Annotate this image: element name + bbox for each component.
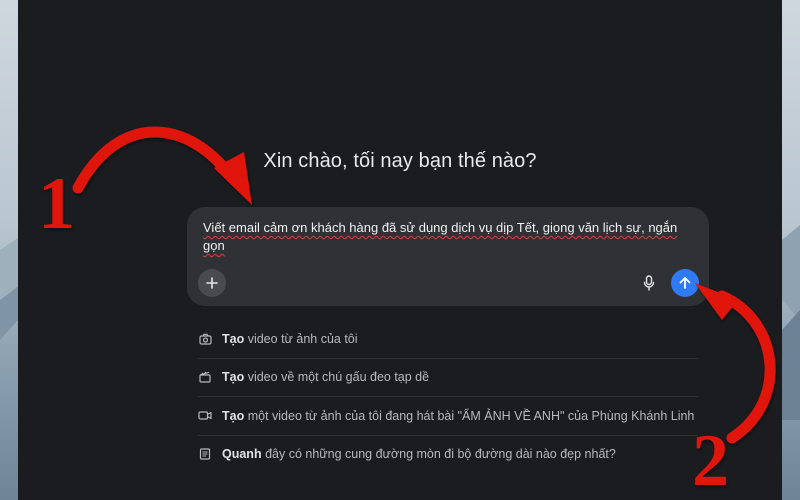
camera-icon	[198, 332, 212, 346]
document-icon	[198, 447, 212, 461]
video-icon	[198, 409, 212, 423]
suggestion-item[interactable]: Tạo video từ ảnh của tôi	[198, 320, 698, 359]
add-attachment-button[interactable]	[198, 269, 226, 297]
greeting-heading: Xin chào, tối nay bạn thế nào?	[263, 150, 537, 172]
suggestion-text: đây có những cung đường mòn đi bộ đường …	[261, 447, 616, 462]
voice-input-button[interactable]	[639, 273, 659, 293]
suggestion-verb: Tạo	[222, 408, 245, 423]
arrow-up-icon	[679, 277, 691, 289]
prompt-input[interactable]: Viết email cảm ơn khách hàng đã sử dụng …	[203, 219, 683, 255]
suggestion-item[interactable]: Tạo video về một chú gấu đeo tạp dề	[198, 359, 698, 397]
suggestion-text: video về một chú gấu đeo tạp dề	[244, 370, 430, 385]
send-button[interactable]	[671, 269, 699, 297]
plus-icon	[206, 277, 218, 289]
prompt-composer[interactable]: Viết email cảm ơn khách hàng đã sử dụng …	[187, 207, 709, 306]
suggestion-item[interactable]: Tạo một video từ ảnh của tôi đang hát bà…	[198, 397, 698, 436]
suggestion-item[interactable]: Quanh đây có những cung đường mòn đi bộ …	[198, 436, 698, 474]
suggestion-verb: Tạo	[222, 370, 245, 385]
suggestion-text: video từ ảnh của tôi	[244, 331, 358, 346]
suggestion-verb: Quanh	[222, 447, 262, 462]
clapperboard-icon	[198, 370, 212, 384]
suggestion-list: Tạo video từ ảnh của tôi Tạo video về mộ…	[198, 320, 698, 473]
suggestion-verb: Tạo	[222, 331, 245, 346]
suggestion-text: một video từ ảnh của tôi đang hát bài "Ẩ…	[244, 408, 695, 423]
microphone-icon	[643, 275, 655, 291]
